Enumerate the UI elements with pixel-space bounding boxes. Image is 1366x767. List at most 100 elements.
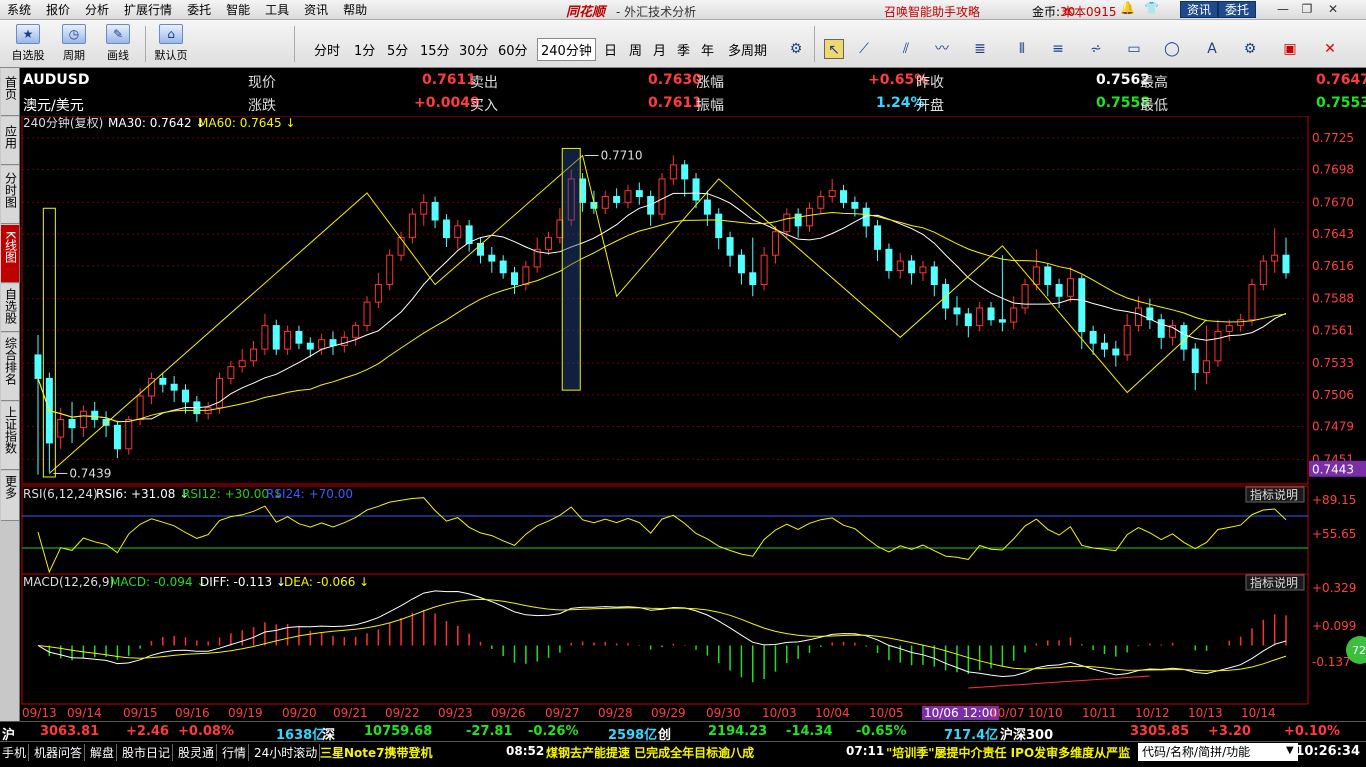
tab-kline[interactable]: K线图 xyxy=(1,225,19,283)
menu-tools[interactable]: 工具 xyxy=(258,1,297,18)
candle-body xyxy=(181,389,189,403)
news-ticker-1[interactable]: 三星Note7携带登机 xyxy=(320,744,433,761)
app-logo: 同花顺 xyxy=(566,5,606,20)
menu-smart[interactable]: 智能 xyxy=(219,1,258,18)
high-highlight-box xyxy=(561,147,581,391)
period-30min[interactable]: 30分 xyxy=(459,40,489,59)
wave-tool-icon[interactable]: 〰 xyxy=(932,39,952,59)
period-1min[interactable]: 1分 xyxy=(354,40,375,59)
status-mobile[interactable]: 手机 xyxy=(0,744,30,761)
candle-body xyxy=(272,325,280,350)
status-24h[interactable]: 24小时滚动 xyxy=(252,744,321,761)
favorites-button[interactable]: ★ 自选股 xyxy=(8,24,48,64)
restore-icon[interactable]: ❐ xyxy=(1298,1,1316,18)
text-tool-icon[interactable]: A xyxy=(1202,39,1222,59)
kline-chart[interactable]: 0.7439 0.7710 0.7725 0.7698 0.7670 0.7643 0.7… xyxy=(20,116,1366,706)
period-month[interactable]: 月 xyxy=(653,40,666,59)
candle-body xyxy=(136,395,144,420)
candle-body xyxy=(805,207,813,227)
pointer-icon[interactable]: ↖ xyxy=(824,39,844,59)
settings-icon[interactable]: ⚙ xyxy=(786,39,806,59)
tab-apps[interactable]: 应用 xyxy=(1,117,19,165)
status-quote[interactable]: 行情 xyxy=(220,744,250,761)
candle-body xyxy=(329,339,337,347)
rsi-label: RSI(6,12,24) xyxy=(23,487,98,501)
period-year[interactable]: 年 xyxy=(701,40,714,59)
default-page-button[interactable]: ⌂ 默认页 xyxy=(151,24,191,64)
search-dropdown-icon[interactable]: ▼ xyxy=(1286,745,1294,756)
fibonacci-icon[interactable]: ≣ xyxy=(970,39,990,59)
window-title: - 外汇技术分析 xyxy=(616,5,697,19)
minimize-icon[interactable]: — xyxy=(1274,1,1292,18)
date-tick-label: 10/03 xyxy=(762,706,797,720)
candle-body xyxy=(1191,348,1199,374)
parallel-line-icon[interactable]: ⫽ xyxy=(896,39,916,59)
channel-icon[interactable]: ≡ xyxy=(1048,39,1068,59)
menu-news[interactable]: 资讯 xyxy=(297,1,336,18)
period-button[interactable]: ◷ 周期 xyxy=(54,24,94,64)
period-60min[interactable]: 60分 xyxy=(498,40,528,59)
line-tool-icon[interactable]: ⟋ xyxy=(854,39,874,59)
status-analysis[interactable]: 解盘 xyxy=(88,744,118,761)
y-tick-label: 0.7506 xyxy=(1312,388,1354,402)
period-week[interactable]: 周 xyxy=(629,40,642,59)
candle-body xyxy=(1157,319,1165,338)
promo-link[interactable]: 召唤智能助手攻略 xyxy=(884,3,980,20)
period-timeshare[interactable]: 分时 xyxy=(314,40,340,59)
period-day[interactable]: 日 xyxy=(604,40,617,59)
draw-settings-icon[interactable]: ⚙ xyxy=(1240,39,1260,59)
candle-body xyxy=(715,213,723,239)
shirt-icon[interactable]: 👕 xyxy=(1144,1,1159,15)
candle-body xyxy=(57,418,65,438)
menu-system[interactable]: 系统 xyxy=(0,1,39,18)
news-ticker-3[interactable]: "培训季"屡提中介责任 IPO发审多维度从严监 xyxy=(886,744,1130,761)
y-tick-label: 0.7698 xyxy=(1312,163,1354,177)
close-icon[interactable]: ✕ xyxy=(1324,1,1342,18)
menu-help[interactable]: 帮助 xyxy=(336,1,375,18)
tab-home[interactable]: 首页 xyxy=(1,68,19,116)
period-5min[interactable]: 5分 xyxy=(387,40,408,59)
candle-body xyxy=(749,272,757,286)
save-drawing-icon[interactable]: ▣ xyxy=(1280,39,1300,59)
menu-quote[interactable]: 报价 xyxy=(39,1,78,18)
period-240min[interactable]: 240分钟 xyxy=(537,38,596,61)
candle-body xyxy=(726,237,734,256)
period-15min[interactable]: 15分 xyxy=(420,40,450,59)
cycle-icon[interactable]: ⩫ xyxy=(1086,39,1106,59)
tab-timeshare[interactable]: 分时图 xyxy=(1,166,19,224)
candle-body xyxy=(1225,325,1233,332)
tab-ranking[interactable]: 综合排名 xyxy=(1,333,19,401)
candle-body xyxy=(113,424,121,450)
menu-trade[interactable]: 委托 xyxy=(180,1,219,18)
menu-analysis[interactable]: 分析 xyxy=(78,1,117,18)
status-diary[interactable]: 股市日记 xyxy=(120,744,174,761)
tab-favorites[interactable]: 自选股 xyxy=(1,284,19,332)
gann-icon[interactable]: ⦀ xyxy=(1012,39,1032,59)
candle-body xyxy=(1259,260,1267,286)
ellipse-icon[interactable]: ◯ xyxy=(1162,39,1182,59)
news-ticker-2[interactable]: 煤钢去产能提速 已完成全年目标逾八成 xyxy=(546,744,754,761)
macd-y-tick: -0.137 xyxy=(1312,655,1351,669)
rectangle-icon[interactable]: ▭ xyxy=(1124,39,1144,59)
draw-line-button[interactable]: ✎ 画线 xyxy=(98,24,138,64)
macd-y-tick: +0.099 xyxy=(1312,619,1356,633)
bell-icon[interactable]: 🔔 xyxy=(1120,1,1135,15)
tab-more[interactable]: 更多 xyxy=(1,471,19,521)
current-price-tag: 0.7443 xyxy=(1312,463,1354,477)
tab-sh-index[interactable]: 上证指数 xyxy=(1,402,19,470)
date-tick-label: 09/26 xyxy=(491,706,526,720)
candle-body xyxy=(930,266,938,286)
status-stock-tong[interactable]: 股灵通 xyxy=(176,744,218,761)
period-quarter[interactable]: 季 xyxy=(677,40,690,59)
cy-change: -14.34 xyxy=(786,724,833,739)
sell-value: 0.7630 xyxy=(648,72,703,88)
trade-button[interactable]: 委托 xyxy=(1218,1,1257,18)
period-multi[interactable]: 多周期 xyxy=(728,40,767,59)
delete-drawing-icon[interactable]: ✕ xyxy=(1320,39,1340,59)
search-input[interactable]: 代码/名称/简拼/功能 xyxy=(1138,743,1298,761)
candle-body xyxy=(284,330,292,350)
menu-extended[interactable]: 扩展行情 xyxy=(117,1,180,18)
candle-body xyxy=(34,354,42,379)
news-button[interactable]: 资讯 xyxy=(1180,1,1219,18)
status-robot-qa[interactable]: 机器问答 xyxy=(32,744,86,761)
